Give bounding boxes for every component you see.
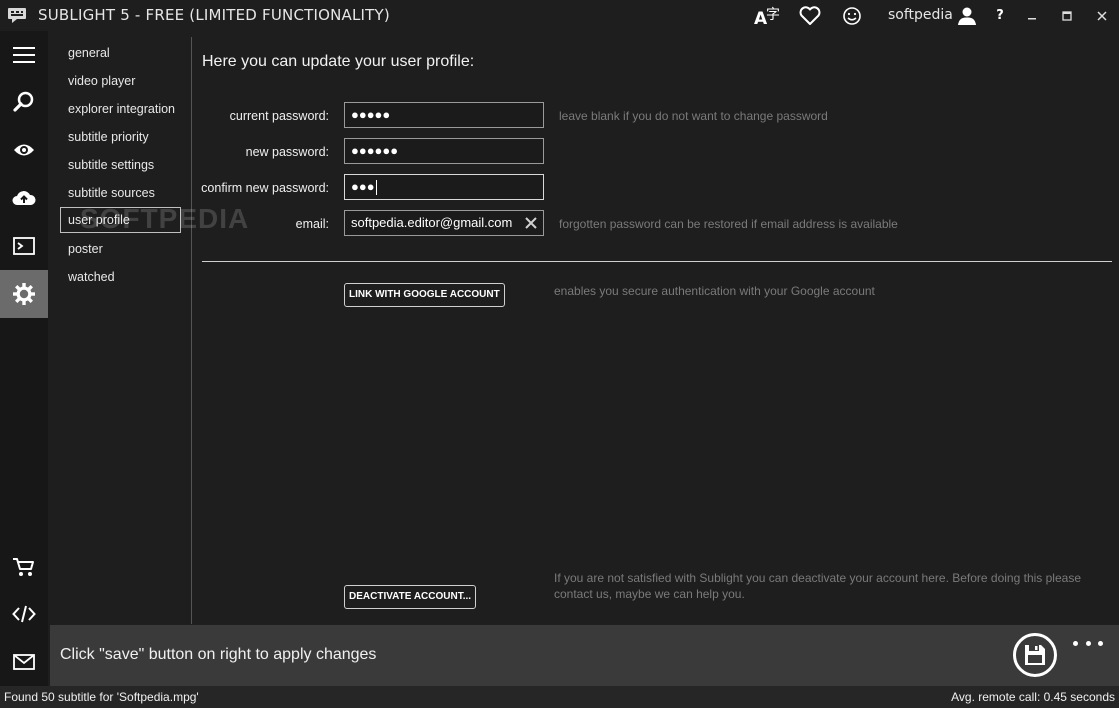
more-dot	[1073, 640, 1078, 646]
nav-divider	[191, 37, 192, 624]
new-password-field[interactable]: ●●●●●●	[344, 138, 544, 164]
rail-menu-button[interactable]	[0, 31, 48, 79]
more-dot	[1098, 640, 1103, 646]
status-bar: Found 50 subtitle for 'Softpedia.mpg' Av…	[0, 686, 1119, 708]
mail-icon	[13, 654, 35, 670]
email-label: email:	[295, 217, 329, 231]
email-field[interactable]: softpedia.editor@gmail.com	[344, 210, 544, 236]
icon-rail	[0, 31, 48, 686]
nav-item-explorer-integration[interactable]: explorer integration	[60, 96, 181, 122]
confirm-password-label: confirm new password:	[201, 181, 329, 195]
rail-search-button[interactable]	[0, 78, 48, 126]
link-google-account-button[interactable]: LINK WITH GOOGLE ACCOUNT	[344, 283, 505, 307]
save-button[interactable]	[1013, 633, 1057, 677]
deactivate-account-button[interactable]: DEACTIVATE ACCOUNT...	[344, 585, 477, 609]
rail-console-button[interactable]	[0, 222, 48, 270]
email-value: softpedia.editor@gmail.com	[351, 215, 513, 230]
gear-icon	[13, 283, 35, 305]
current-password-hint: leave blank if you do not want to change…	[559, 109, 828, 123]
confirm-password-value: ●●●	[351, 179, 375, 194]
email-hint: forgotten password can be restored if em…	[559, 217, 898, 231]
code-icon	[12, 605, 36, 623]
save-icon	[1025, 645, 1045, 665]
rail-contact-button[interactable]	[0, 638, 48, 686]
more-dot	[1085, 640, 1091, 646]
heart-icon	[799, 5, 821, 25]
confirm-password-field[interactable]: ●●●	[344, 174, 544, 200]
rail-shop-button[interactable]	[0, 543, 48, 591]
feedback-button[interactable]	[838, 0, 866, 31]
watermark: SOFTPEDIA	[80, 203, 250, 234]
svg-text:字: 字	[766, 7, 780, 23]
text-cursor	[375, 180, 377, 196]
nav-item-subtitle-settings[interactable]: subtitle settings	[60, 152, 181, 178]
language-button[interactable]: A 字	[752, 0, 784, 31]
nav-item-watched[interactable]: watched	[60, 264, 181, 290]
translate-icon: A 字	[754, 7, 780, 27]
settings-nav: general video player explorer integratio…	[48, 31, 191, 624]
close-icon	[1097, 10, 1107, 21]
nav-item-general[interactable]: general	[60, 40, 181, 66]
nav-item-poster[interactable]: poster	[60, 236, 181, 262]
hamburger-menu-icon	[13, 47, 35, 63]
deactivate-hint: If you are not satisfied with Sublight y…	[554, 571, 1081, 601]
new-password-label: new password:	[245, 145, 329, 159]
nav-item-video-player[interactable]: video player	[60, 68, 181, 94]
maximize-button[interactable]	[1050, 0, 1084, 31]
action-message: Click "save" button on right to apply ch…	[60, 646, 377, 663]
minimize-icon	[1028, 17, 1036, 19]
rail-upload-button[interactable]	[0, 174, 48, 222]
current-password-label: current password:	[229, 109, 329, 123]
help-button[interactable]: ?	[990, 0, 1010, 31]
section-divider	[202, 261, 1112, 262]
more-options-button[interactable]	[1073, 635, 1103, 651]
current-password-field[interactable]: ●●●●●	[344, 102, 544, 128]
search-icon	[13, 91, 34, 112]
app-logo-icon	[8, 8, 26, 23]
minimize-button[interactable]	[1015, 0, 1049, 31]
remote-call-stat: Avg. remote call: 0.45 seconds	[951, 690, 1115, 704]
clear-icon[interactable]	[524, 216, 538, 230]
eye-icon	[14, 144, 34, 156]
nav-item-subtitle-priority[interactable]: subtitle priority	[60, 124, 181, 150]
terminal-icon	[13, 237, 35, 255]
user-account-button[interactable]	[954, 0, 980, 31]
status-message: Found 50 subtitle for 'Softpedia.mpg'	[4, 690, 199, 704]
rail-developer-button[interactable]	[0, 590, 48, 638]
rail-settings-button[interactable]	[0, 270, 48, 318]
google-hint: enables you secure authentication with y…	[554, 284, 875, 298]
rail-watch-button[interactable]	[0, 126, 48, 174]
window-title: SUBLIGHT 5 - FREE (LIMITED FUNCTIONALITY…	[38, 6, 390, 24]
username-label[interactable]: softpedia	[888, 7, 953, 23]
action-bar: Click "save" button on right to apply ch…	[50, 625, 1119, 686]
user-icon	[958, 7, 976, 25]
page-title: Here you can update your user profile:	[202, 53, 475, 70]
close-window-button[interactable]	[1085, 0, 1119, 31]
favorite-button[interactable]	[796, 0, 824, 31]
maximize-icon	[1062, 10, 1072, 21]
smiley-icon	[843, 6, 861, 25]
cart-icon	[13, 558, 34, 576]
title-bar: SUBLIGHT 5 - FREE (LIMITED FUNCTIONALITY…	[0, 0, 1119, 31]
cloud-upload-icon	[12, 191, 36, 205]
